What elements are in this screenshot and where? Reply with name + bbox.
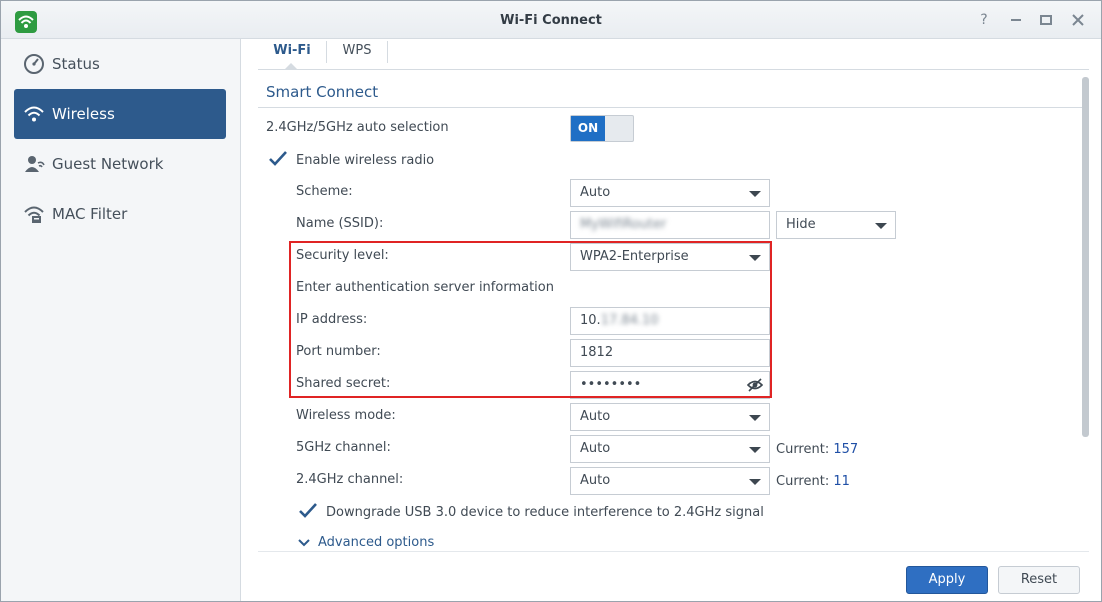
usb-downgrade-checkbox[interactable] (298, 501, 318, 521)
chevron-down-icon (749, 191, 761, 197)
chevron-down-icon (875, 223, 887, 229)
ssid-value: MyWifiRouter (580, 217, 667, 232)
ssid-label: Name (SSID): (296, 216, 384, 231)
status-gauge-icon (22, 52, 46, 76)
sidebar-item-label: Guest Network (52, 155, 164, 173)
auth-server-info-label: Enter authentication server information (296, 280, 554, 295)
shared-secret-label: Shared secret: (296, 376, 391, 391)
active-tab-pointer (285, 63, 297, 69)
port-number-label: Port number: (296, 344, 381, 359)
window-title: Wi-Fi Connect (500, 13, 602, 28)
tab-wps[interactable]: WPS (327, 39, 387, 69)
security-level-value: WPA2-Enterprise (580, 249, 689, 264)
minimize-icon[interactable] (1007, 11, 1025, 29)
sidebar-item-status[interactable]: Status (14, 39, 226, 89)
enable-radio-label: Enable wireless radio (296, 153, 435, 168)
sidebar-item-label: Wireless (52, 105, 115, 123)
ch24-current-value: 11 (833, 474, 850, 489)
ch5-value: Auto (580, 441, 611, 456)
security-level-select[interactable]: WPA2-Enterprise (570, 243, 770, 271)
sidebar-item-label: Status (52, 55, 100, 73)
sidebar-item-mac-filter[interactable]: MAC Filter (14, 189, 226, 239)
scheme-label: Scheme: (296, 184, 353, 199)
usb-downgrade-label: Downgrade USB 3.0 device to reduce inter… (326, 505, 764, 520)
help-icon[interactable]: ? (975, 11, 993, 29)
advanced-options-label: Advanced options (318, 535, 435, 550)
port-number-value: 1812 (580, 345, 614, 360)
auto-selection-label: 2.4GHz/5GHz auto selection (266, 120, 449, 135)
ip-address-masked: 17.84.10 (600, 313, 659, 328)
chevron-down-icon (749, 447, 761, 453)
chevron-down-icon (749, 415, 761, 421)
wifi-connect-window: Wi-Fi Connect ? Status Wireless Guest Ne… (0, 0, 1102, 602)
auto-selection-toggle[interactable]: ON (570, 115, 634, 142)
scheme-select[interactable]: Auto (570, 179, 770, 207)
chevron-down-icon (298, 537, 310, 549)
port-number-input[interactable]: 1812 (570, 339, 770, 367)
chevron-down-icon (749, 255, 761, 261)
ch5-select[interactable]: Auto (570, 435, 770, 463)
section-divider (258, 107, 1089, 108)
advanced-options-toggle[interactable]: Advanced options (298, 535, 434, 550)
scrollbar[interactable] (1082, 77, 1089, 437)
wireless-mode-select[interactable]: Auto (570, 403, 770, 431)
ssid-visibility-value: Hide (786, 217, 816, 232)
ch24-current: Current: 11 (776, 474, 850, 489)
wireless-mode-value: Auto (580, 409, 611, 424)
enable-radio-checkbox[interactable] (268, 149, 288, 169)
ch24-value: Auto (580, 473, 611, 488)
sidebar-item-wireless[interactable]: Wireless (14, 89, 226, 139)
ssid-input[interactable]: MyWifiRouter (570, 211, 770, 239)
chevron-down-icon (749, 479, 761, 485)
maximize-icon[interactable] (1037, 11, 1055, 29)
apply-button[interactable]: Apply (906, 566, 988, 594)
wireless-mode-label: Wireless mode: (296, 408, 396, 423)
ch5-label: 5GHz channel: (296, 440, 391, 455)
ch24-label: 2.4GHz channel: (296, 472, 404, 487)
ip-address-label: IP address: (296, 312, 368, 327)
title-bar: Wi-Fi Connect ? (1, 1, 1101, 39)
ip-address-input[interactable]: 10.17.84.10 (570, 307, 770, 335)
toggle-on-label: ON (571, 116, 605, 141)
security-level-label: Security level: (296, 248, 389, 263)
close-icon[interactable] (1069, 11, 1087, 29)
section-title: Smart Connect (266, 83, 379, 101)
eye-slash-icon[interactable] (746, 377, 764, 403)
main-panel: Wi-Fi WPS Smart Connect 2.4GHz/5GHz auto… (242, 39, 1101, 601)
shared-secret-value: •••••••• (580, 377, 642, 392)
ch24-current-label: Current: (776, 474, 830, 489)
ch5-current-label: Current: (776, 442, 830, 457)
tab-bar: Wi-Fi WPS (258, 39, 1089, 70)
sidebar-item-guest-network[interactable]: Guest Network (14, 139, 226, 189)
ssid-visibility-select[interactable]: Hide (776, 211, 896, 239)
sidebar-item-label: MAC Filter (52, 205, 128, 223)
sidebar: Status Wireless Guest Network MAC Filter (1, 39, 241, 601)
reset-button[interactable]: Reset (998, 566, 1080, 594)
footer-divider (258, 551, 1089, 552)
scheme-value: Auto (580, 185, 611, 200)
ch5-current-value: 157 (833, 442, 859, 457)
wifi-icon (22, 102, 46, 126)
tab-divider (387, 41, 388, 63)
ch5-current: Current: 157 (776, 442, 858, 457)
guest-icon (22, 152, 46, 176)
shared-secret-input[interactable]: •••••••• (570, 371, 770, 399)
ch24-select[interactable]: Auto (570, 467, 770, 495)
mac-filter-icon (22, 202, 46, 226)
ip-address-prefix: 10. (580, 313, 601, 328)
